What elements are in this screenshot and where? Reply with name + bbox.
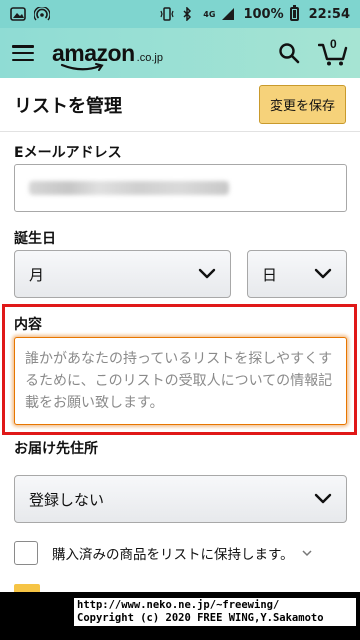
content-label: 内容 — [14, 317, 42, 333]
bluetooth-icon — [181, 6, 197, 22]
cart-count: 0 — [330, 37, 337, 51]
chevron-down-icon — [314, 268, 332, 279]
network-type: 4G — [203, 9, 216, 19]
page-title: リストを管理 — [14, 95, 122, 117]
address-label: お届け先住所 — [14, 441, 98, 457]
email-label: Eメールアドレス — [14, 145, 122, 161]
cart-button[interactable]: 0 — [317, 37, 348, 67]
keep-purchased-label: 購入済みの商品をリストに保持します。 — [52, 547, 294, 563]
keep-purchased-row: 購入済みの商品をリストに保持します。 — [14, 538, 347, 568]
watermark: http://www.neko.ne.jp/~freewing/ Copyrig… — [74, 598, 356, 626]
status-bar: 4G 100% 22:54 — [0, 0, 360, 28]
signal-icon — [221, 7, 237, 21]
month-select-value: 月 — [29, 265, 45, 284]
app-header: amazon .co.jp 0 — [0, 28, 360, 78]
email-field[interactable] — [14, 164, 347, 212]
birthday-label: 誕生日 — [14, 231, 56, 247]
watermark-url: http://www.neko.ne.jp/~freewing/ — [77, 599, 280, 611]
photo-icon — [10, 7, 26, 21]
chevron-down-icon[interactable] — [302, 549, 312, 557]
battery-icon — [289, 5, 299, 21]
hotspot-icon — [33, 6, 51, 21]
chevron-down-icon — [198, 268, 216, 279]
address-select[interactable]: 登録しない — [14, 475, 347, 523]
month-select[interactable]: 月 — [14, 250, 231, 298]
day-select[interactable]: 日 — [247, 250, 347, 298]
save-changes-button[interactable]: 変更を保存 — [258, 85, 346, 124]
chevron-down-icon — [314, 493, 332, 504]
battery-percent: 100% — [243, 6, 284, 22]
day-select-value: 日 — [262, 265, 278, 284]
address-select-value: 登録しない — [29, 490, 105, 509]
hamburger-menu-icon[interactable] — [12, 45, 34, 61]
content-placeholder: 誰かがあなたの持っているリストを探しやすくするために、このリストの受取人について… — [25, 351, 333, 411]
watermark-copyright: Copyright (c) 2020 FREE WING,Y.Sakamoto — [77, 612, 324, 624]
clock: 22:54 — [308, 6, 350, 22]
blurred-email-value — [29, 181, 229, 195]
search-icon[interactable] — [278, 42, 300, 64]
vibrate-icon — [159, 7, 175, 21]
amazon-logo[interactable]: amazon .co.jp — [52, 40, 163, 71]
content-textarea[interactable]: 誰かがあなたの持っているリストを探しやすくするために、このリストの受取人について… — [14, 337, 347, 425]
page-title-row: リストを管理 変更を保存 — [0, 78, 360, 132]
logo-suffix: .co.jp — [136, 51, 163, 64]
keep-purchased-checkbox[interactable] — [14, 541, 38, 565]
logo-smile-icon — [60, 62, 104, 71]
